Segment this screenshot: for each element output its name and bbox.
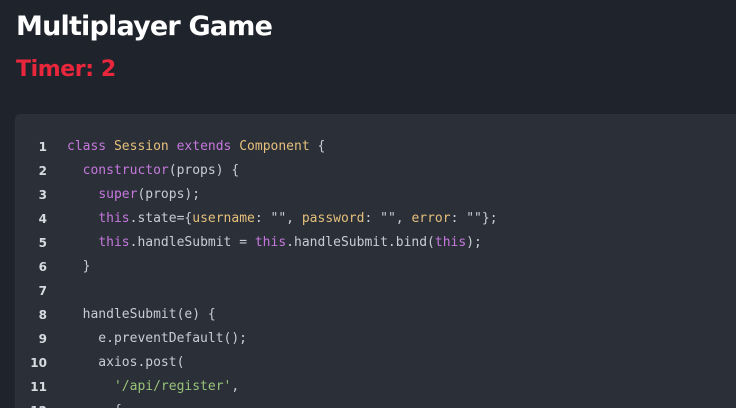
code-lines: 1 class Session extends Component {2 cons… xyxy=(16,135,736,408)
code-token: (props) { xyxy=(168,163,240,178)
code-text: { xyxy=(67,399,122,408)
line-number: 4 xyxy=(38,212,47,226)
line-number: 9 xyxy=(38,332,47,346)
code-token: e.preventDefault(); xyxy=(67,331,248,346)
code-token: } xyxy=(67,259,91,274)
code-token: Component xyxy=(239,139,318,154)
code-line: 8 handleSubmit(e) { xyxy=(16,303,736,327)
code-line: 6 } xyxy=(16,255,736,279)
line-number: 8 xyxy=(38,308,47,322)
line-number: 2 xyxy=(38,164,47,178)
code-text: this.handleSubmit = this.handleSubmit.bi… xyxy=(67,231,482,255)
code-text: handleSubmit(e) { xyxy=(67,303,216,327)
code-text: } xyxy=(67,255,91,279)
code-token: error xyxy=(411,211,451,226)
code-token: username xyxy=(192,211,255,226)
code-token: , xyxy=(231,379,240,394)
code-token: .handleSubmit = xyxy=(129,235,255,250)
code-token: extends xyxy=(176,139,240,154)
line-number: 10 xyxy=(30,356,47,370)
line-number: 7 xyxy=(38,284,47,298)
code-token: password xyxy=(301,211,365,226)
code-token: super xyxy=(98,187,138,202)
code-token: .state={ xyxy=(129,211,193,226)
code-token: (props); xyxy=(137,187,201,202)
code-editor: 1 class Session extends Component {2 cons… xyxy=(16,115,736,408)
code-text: constructor(props) { xyxy=(67,159,240,183)
code-text: e.preventDefault(); xyxy=(67,327,247,351)
code-text: '/api/register', xyxy=(67,375,239,399)
code-token: : "", xyxy=(254,211,302,226)
code-text: class Session extends Component { xyxy=(67,135,325,159)
code-token: : "", xyxy=(364,211,412,226)
code-line: 4 this.state={username: "", password: ""… xyxy=(16,207,736,231)
code-token: { xyxy=(317,139,326,154)
timer-label: Timer: 2 xyxy=(16,57,116,82)
code-token: this xyxy=(98,211,130,226)
code-line: 7 xyxy=(16,279,736,303)
code-token: ); xyxy=(466,235,482,250)
page-title: Multiplayer Game xyxy=(16,11,273,42)
line-number: 11 xyxy=(30,380,47,394)
code-line: 2 constructor(props) { xyxy=(16,159,736,183)
code-line: 1 class Session extends Component { xyxy=(16,135,736,159)
code-text: axios.post( xyxy=(67,351,184,375)
code-token: this xyxy=(98,235,130,250)
line-number: 6 xyxy=(38,260,47,274)
line-number: 12 xyxy=(16,399,47,408)
code-token: '/api/register' xyxy=(113,379,232,394)
line-number: 5 xyxy=(38,236,47,250)
code-text: this.state={username: "", password: "", … xyxy=(67,207,498,231)
code-line: 11 '/api/register', xyxy=(16,375,736,399)
code-token: : ""}; xyxy=(450,211,498,226)
code-line: 3 super(props); xyxy=(16,183,736,207)
code-line: 5 this.handleSubmit = this.handleSubmit.… xyxy=(16,231,736,255)
code-token: this xyxy=(254,235,287,250)
code-token: Session xyxy=(113,139,177,154)
line-number: 3 xyxy=(38,188,47,202)
code-line: 9 e.preventDefault(); xyxy=(16,327,736,351)
code-text: super(props); xyxy=(67,183,200,207)
code-token: .handleSubmit.bind( xyxy=(286,235,435,250)
code-token: handleSubmit(e) { xyxy=(67,307,216,322)
code-line: 10 axios.post( xyxy=(16,351,736,375)
code-token: constructor xyxy=(82,163,169,178)
code-token: axios.post( xyxy=(67,355,185,370)
code-token: this xyxy=(434,235,467,250)
code-token: class xyxy=(67,139,114,154)
code-line: 12 { xyxy=(16,399,736,408)
line-number: 1 xyxy=(38,140,47,154)
code-token: { xyxy=(67,403,122,408)
